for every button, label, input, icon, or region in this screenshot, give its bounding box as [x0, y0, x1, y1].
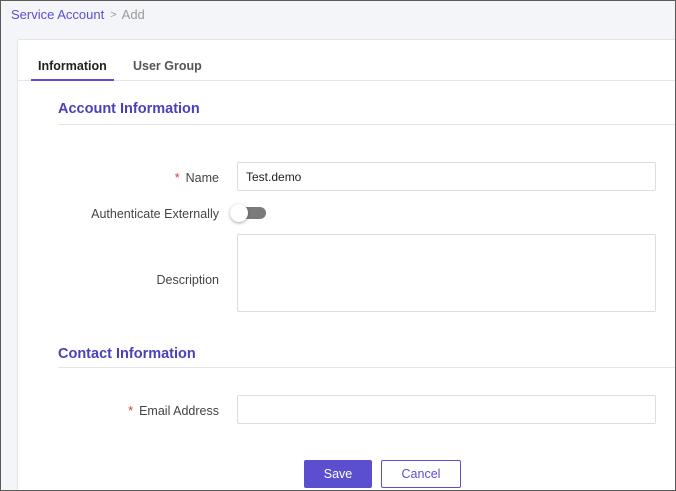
breadcrumb-current: Add: [121, 6, 145, 22]
cancel-button[interactable]: Cancel: [381, 460, 461, 488]
authenticate-externally-label: Authenticate Externally: [91, 207, 219, 221]
email-address-label-text: Email Address: [139, 404, 219, 418]
name-input[interactable]: [237, 162, 656, 191]
description-label: Description: [156, 273, 219, 287]
required-marker: *: [174, 171, 180, 185]
tab-information[interactable]: Information: [31, 59, 114, 81]
email-address-input[interactable]: [237, 395, 656, 424]
breadcrumb-service-account[interactable]: Service Account: [11, 7, 104, 22]
name-label-text: Name: [185, 171, 219, 185]
name-label: * Name: [19, 171, 219, 185]
app-window: Service Account > Add Information User G…: [0, 0, 676, 491]
save-button[interactable]: Save: [304, 460, 372, 488]
section-title-account: Account Information: [58, 101, 200, 117]
section-divider: [58, 367, 675, 368]
email-address-label: * Email Address: [19, 404, 219, 418]
toggle-knob: [230, 204, 248, 222]
required-marker: *: [128, 404, 134, 418]
section-title-contact: Contact Information: [58, 346, 196, 362]
form-card: Information User Group Account Informati…: [17, 39, 675, 490]
description-textarea[interactable]: [237, 234, 656, 312]
tab-user-group[interactable]: User Group: [126, 59, 209, 81]
section-divider: [58, 124, 675, 125]
tab-bar: Information User Group: [18, 40, 675, 81]
breadcrumb: Service Account > Add: [11, 5, 145, 23]
chevron-right-icon: >: [110, 9, 117, 21]
authenticate-externally-toggle[interactable]: [230, 204, 266, 222]
